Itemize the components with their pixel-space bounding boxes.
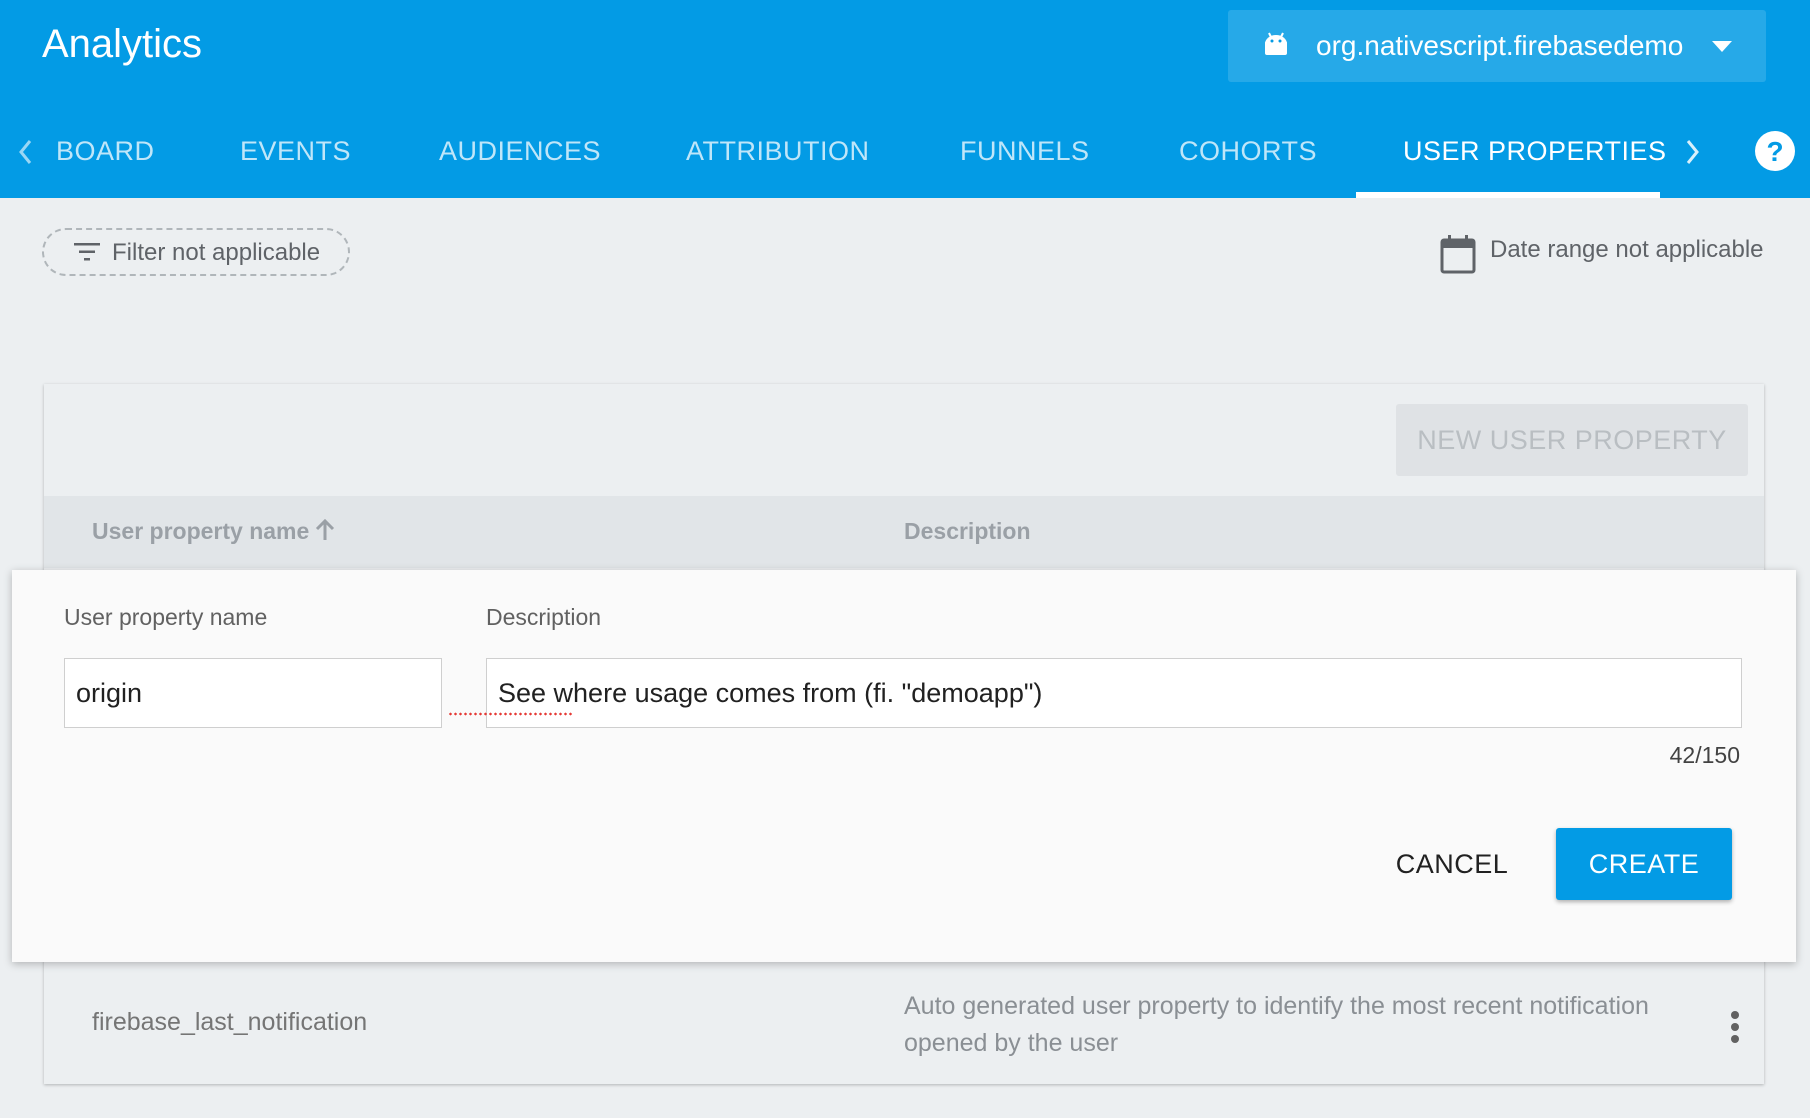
filter-label: Filter not applicable [112,239,321,266]
description-input[interactable] [486,658,1742,728]
tab-user-properties[interactable]: USER PROPERTIES [1403,136,1667,167]
app-selector-label: org.nativescript.firebasedemo [1316,30,1684,61]
cancel-button[interactable]: CANCEL [1372,828,1532,900]
chevron-right-icon[interactable] [1682,138,1702,166]
date-range-label: Date range not applicable [1490,236,1764,263]
top-app-bar: Analytics org.nativescript.firebasedemo … [0,0,1810,198]
spellcheck-underline [448,712,572,716]
filter-chip[interactable]: Filter not applicable [42,228,350,276]
app-selector-dropdown[interactable]: org.nativescript.firebasedemo [1228,10,1766,82]
character-counter: 42/150 [1669,742,1740,768]
more-vert-icon[interactable] [1730,1010,1740,1046]
property-name-input[interactable] [64,658,442,728]
filter-icon [74,243,100,261]
new-user-property-editor: User property name Description 42/150 CA… [12,570,1796,962]
help-icon[interactable]: ? [1754,130,1796,172]
tab-funnels[interactable]: FUNNELS [960,136,1090,167]
description-field-label: Description [486,604,602,630]
name-field-label: User property name [64,604,268,630]
tab-audiences[interactable]: AUDIENCES [439,136,601,167]
chevron-left-icon[interactable] [16,138,36,166]
tab-dashboard[interactable]: BOARD [56,136,155,167]
column-header-name[interactable]: User property name [92,518,309,545]
page-title: Analytics [42,22,203,66]
arrow-up-icon[interactable] [314,518,336,542]
tab-cohorts[interactable]: COHORTS [1179,136,1317,167]
tab-bar: BOARD EVENTS AUDIENCES ATTRIBUTION FUNNE… [0,118,1810,198]
table-header: User property name Description [44,496,1764,568]
svg-text:?: ? [1766,136,1783,167]
tab-attribution[interactable]: ATTRIBUTION [686,136,870,167]
android-icon [1265,32,1287,55]
new-user-property-button[interactable]: NEW USER PROPERTY [1396,404,1748,476]
tab-events[interactable]: EVENTS [240,136,351,167]
calendar-icon [1440,235,1476,274]
create-button[interactable]: CREATE [1556,828,1732,900]
chevron-down-icon [1712,41,1732,52]
card-toolbar: NEW USER PROPERTY [44,384,1764,496]
active-tab-indicator [1356,192,1660,198]
column-header-description: Description [904,518,1031,544]
row-property-description: Auto generated user property to identify… [904,992,1649,1057]
row-property-name: firebase_last_notification [92,1008,368,1036]
